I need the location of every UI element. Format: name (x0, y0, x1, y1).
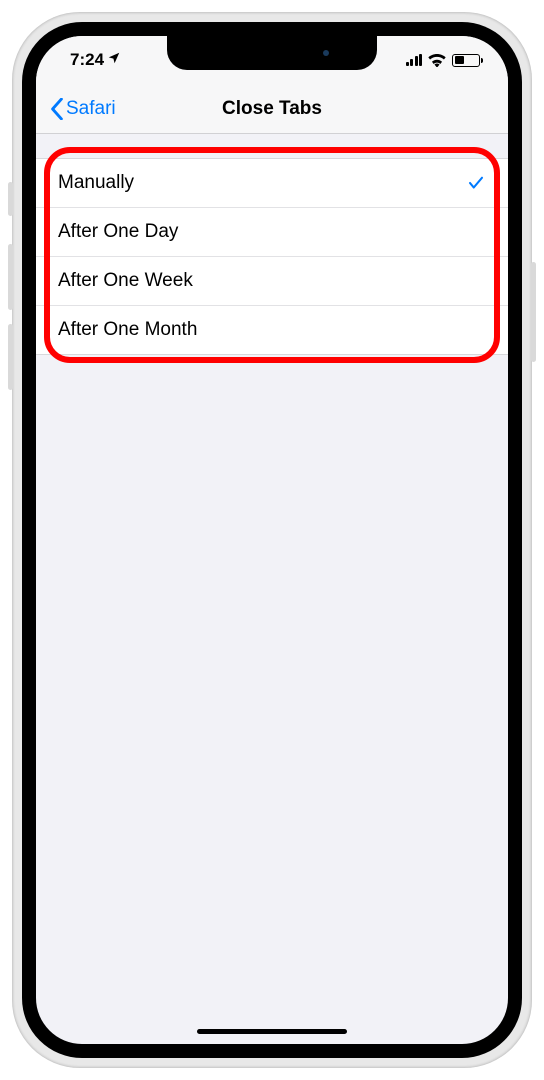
phone-frame: 7:24 (12, 12, 532, 1068)
silence-switch (8, 182, 13, 216)
home-indicator[interactable] (197, 1029, 347, 1034)
option-label: After One Week (58, 270, 193, 292)
option-label: After One Day (58, 221, 178, 243)
checkmark-icon (466, 174, 486, 192)
option-after-one-week[interactable]: After One Week (36, 256, 508, 305)
option-manually[interactable]: Manually (36, 159, 508, 207)
chevron-left-icon (50, 98, 64, 120)
volume-up-button (8, 244, 13, 310)
option-after-one-day[interactable]: After One Day (36, 207, 508, 256)
location-icon (107, 50, 121, 70)
back-button[interactable]: Safari (50, 98, 116, 120)
options-list: Manually After One Day After One Week Af… (36, 158, 508, 355)
cellular-icon (406, 54, 423, 66)
notch (167, 36, 377, 70)
power-button (531, 262, 536, 362)
page-title: Close Tabs (222, 98, 322, 120)
back-label: Safari (66, 98, 116, 120)
status-time: 7:24 (70, 50, 104, 70)
option-label: Manually (58, 172, 134, 194)
status-right (406, 54, 481, 67)
status-left: 7:24 (70, 50, 121, 70)
battery-icon (452, 54, 480, 67)
battery-level (455, 56, 464, 64)
navigation-bar: Safari Close Tabs (36, 84, 508, 134)
option-label: After One Month (58, 319, 197, 341)
content-area: Manually After One Day After One Week Af… (36, 134, 508, 355)
screen: 7:24 (36, 36, 508, 1044)
wifi-icon (428, 54, 446, 67)
volume-down-button (8, 324, 13, 390)
phone-bezel: 7:24 (22, 22, 522, 1058)
front-camera (323, 50, 329, 56)
option-after-one-month[interactable]: After One Month (36, 305, 508, 354)
